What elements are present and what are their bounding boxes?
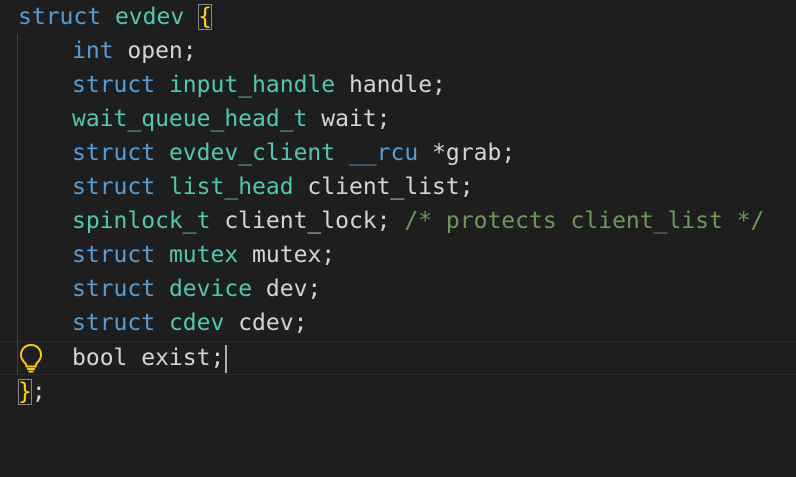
line-3-code: struct input_handle handle; <box>72 68 446 102</box>
token: client_list; <box>293 174 474 200</box>
line-5-code: struct evdev_client __rcu *grab; <box>72 136 515 170</box>
close-brace-matched: } <box>18 379 32 405</box>
token: struct <box>72 174 156 200</box>
line-4-code: wait_queue_head_t wait; <box>72 102 391 136</box>
code-line-5[interactable]: struct evdev_client __rcu *grab; <box>0 136 796 170</box>
code-line-1[interactable]: struct evdev { <box>0 0 796 34</box>
token: client_lock; <box>210 208 405 234</box>
text-cursor <box>225 344 228 373</box>
line-9-code: struct device dev; <box>72 272 321 306</box>
token: spinlock_t <box>72 208 211 234</box>
code-line-9[interactable]: struct device dev; <box>0 272 796 306</box>
line-7-code: spinlock_t client_lock; /* protects clie… <box>72 204 764 238</box>
token: list_head <box>168 174 294 200</box>
token: evdev_client <box>168 140 336 166</box>
token: evdev <box>114 4 185 30</box>
code-comment: /* protects client_list */ <box>404 208 765 234</box>
token: device <box>168 276 253 302</box>
token: wait_queue_head_t <box>72 106 308 132</box>
token: mutex <box>168 242 239 268</box>
line-2-code: int open; <box>72 34 197 68</box>
open-brace-matched: { <box>198 4 212 30</box>
token: struct <box>18 4 102 30</box>
token: cdev; <box>224 310 308 336</box>
token: struct <box>72 310 156 336</box>
code-line-8[interactable]: struct mutex mutex; <box>0 238 796 272</box>
line-6-code: struct list_head client_list; <box>72 170 474 204</box>
code-line-3[interactable]: struct input_handle handle; <box>0 68 796 102</box>
token: cdev <box>168 310 225 336</box>
code-line-11-current[interactable]: bool exist; <box>0 341 796 375</box>
line-11-code: bool exist; <box>72 342 228 374</box>
token: mutex; <box>238 242 336 268</box>
token: __rcu <box>348 140 419 166</box>
token: struct <box>72 72 156 98</box>
token: int <box>72 38 114 64</box>
token: handle; <box>335 72 446 98</box>
code-line-6[interactable]: struct list_head client_list; <box>0 170 796 204</box>
token: ; <box>31 379 46 405</box>
token: struct <box>72 140 156 166</box>
line-12-code: }; <box>18 375 46 409</box>
token: bool exist; <box>72 345 225 371</box>
token: *grab; <box>418 140 516 166</box>
lightbulb-icon[interactable] <box>18 343 44 373</box>
token: struct <box>72 276 156 302</box>
token: open; <box>113 38 197 64</box>
code-editor[interactable]: struct evdev { int open; struct input_ha… <box>0 0 796 425</box>
code-line-4[interactable]: wait_queue_head_t wait; <box>0 102 796 136</box>
code-line-10[interactable]: struct cdev cdev; <box>0 306 796 340</box>
token: dev; <box>252 276 322 302</box>
code-line-12[interactable]: }; <box>0 375 796 409</box>
line-1-code: struct evdev { <box>18 0 212 34</box>
code-line-7[interactable]: spinlock_t client_lock; /* protects clie… <box>0 204 796 238</box>
token: input_handle <box>168 72 336 98</box>
code-line-2[interactable]: int open; <box>0 34 796 68</box>
line-8-code: struct mutex mutex; <box>72 238 335 272</box>
token: struct <box>72 242 156 268</box>
line-10-code: struct cdev cdev; <box>72 306 307 340</box>
token: wait; <box>307 106 391 132</box>
